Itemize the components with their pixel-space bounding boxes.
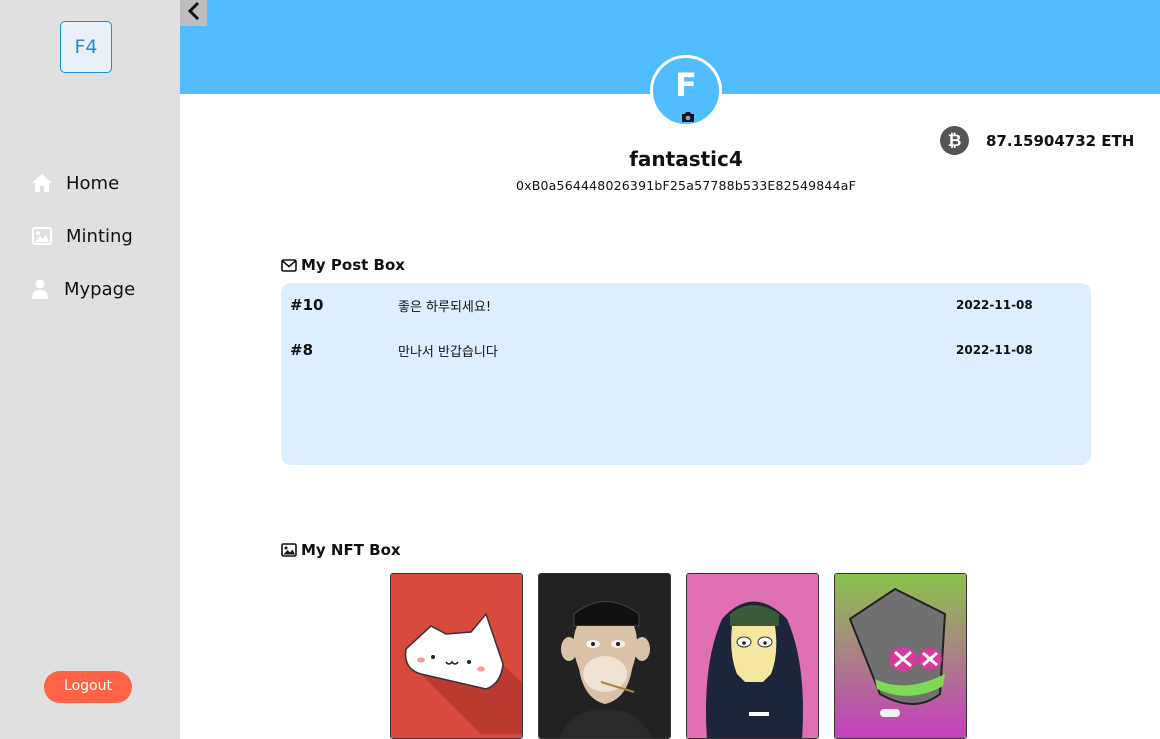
post-number: #10	[290, 296, 324, 314]
sidebar: F4 Home Minting Mypage Logout	[0, 0, 180, 739]
sidebar-item-minting[interactable]: Minting	[30, 224, 133, 248]
envelope-icon	[281, 258, 297, 272]
post-number: #8	[290, 341, 314, 359]
username: fantastic4	[629, 147, 743, 171]
app-logo[interactable]: F4	[60, 21, 112, 73]
nft-card-ape[interactable]	[538, 573, 671, 739]
sidebar-item-label: Minting	[66, 225, 133, 247]
post-date: 2022-11-08	[956, 343, 1033, 357]
profile-avatar[interactable]: F	[650, 55, 722, 127]
logout-button[interactable]: Logout	[44, 671, 132, 703]
chevron-left-icon	[187, 1, 201, 25]
image-icon	[30, 224, 54, 248]
nft-card-cat[interactable]	[390, 573, 523, 739]
post-text: 좋은 하루되세요!	[398, 299, 492, 315]
sidebar-item-mypage[interactable]: Mypage	[28, 277, 135, 301]
sidebar-item-label: Mypage	[64, 278, 136, 300]
list-item[interactable]: #8 만나서 반갑습니다 2022-11-08	[281, 338, 1091, 362]
post-text: 만나서 반갑습니다	[398, 344, 498, 360]
avatar-letter: F	[675, 66, 697, 104]
wallet-address: 0xB0a564448026391bF25a57788b533E82549844…	[516, 178, 856, 193]
user-icon	[28, 277, 52, 301]
section-title-text: My NFT Box	[301, 541, 401, 559]
section-title-text: My Post Box	[301, 256, 405, 274]
camera-icon[interactable]	[681, 108, 695, 122]
post-box-title: My Post Box	[281, 256, 405, 274]
image-icon	[281, 543, 297, 557]
post-list: #10 좋은 하루되세요! 2022-11-08 #8 만나서 반갑습니다 20…	[281, 283, 1091, 465]
post-date: 2022-11-08	[956, 298, 1033, 312]
nft-box-title: My NFT Box	[281, 541, 401, 559]
nft-card-zombie[interactable]	[834, 573, 967, 739]
back-button[interactable]	[180, 0, 207, 26]
nft-card-skull-hoodie[interactable]	[686, 573, 819, 739]
list-item[interactable]: #10 좋은 하루되세요! 2022-11-08	[281, 293, 1091, 317]
